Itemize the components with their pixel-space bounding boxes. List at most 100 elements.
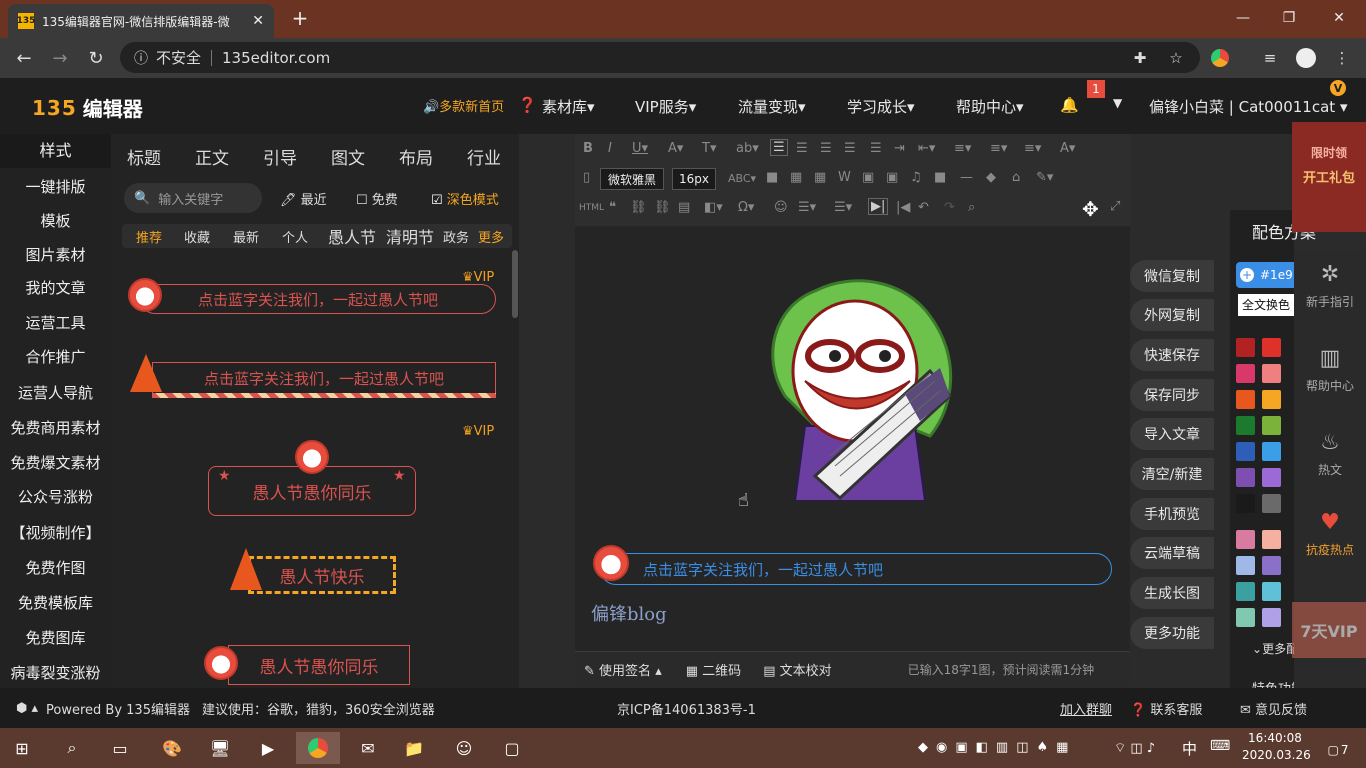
align-center-icon[interactable]: ☰ — [796, 141, 808, 156]
system-tray-icons[interactable]: ◆◉▣◧▥◫♠▦ — [918, 740, 1128, 755]
color-picker-input[interactable]: + #1e9 — [1236, 262, 1296, 288]
color-swatch[interactable] — [1262, 494, 1281, 513]
font-size-select[interactable]: 16px — [672, 168, 716, 190]
sidebar-item-free-viral[interactable]: 免费爆文素材 — [0, 452, 111, 473]
video-icon[interactable]: ■ — [934, 170, 946, 185]
nav-materials[interactable]: 素材库▾ — [542, 96, 595, 117]
promo-banner[interactable]: 限时领 开工礼包 — [1292, 122, 1366, 232]
sidebar-item-template[interactable]: 模板 — [0, 210, 111, 231]
quote-icon[interactable]: ❝ — [609, 200, 616, 215]
sidebar-item-free-design[interactable]: 免费作图 — [0, 557, 111, 578]
fullscreen-icon[interactable]: ⤢ — [1110, 199, 1120, 214]
proofread-button[interactable]: ▤ 文本校对 — [763, 660, 831, 679]
subtab-recommend[interactable]: 推荐 — [136, 227, 162, 246]
ime-indicator[interactable]: 中 — [1182, 738, 1197, 759]
hot-articles-button[interactable]: ♨ 热文 — [1294, 430, 1366, 478]
subtab-latest[interactable]: 最新 — [233, 227, 259, 246]
window-app-icon[interactable]: ▢ — [494, 732, 530, 764]
sidebar-item-images[interactable]: 图片素材 — [0, 244, 111, 265]
recent-option[interactable]: 🖊 最近 — [280, 189, 327, 208]
eraser-icon[interactable]: ◆ — [986, 170, 996, 185]
computer-app-icon[interactable]: 🖥 — [202, 732, 238, 764]
template-card[interactable]: 点击蓝字关注我们，一起过愚人节吧 — [140, 284, 496, 314]
dark-mode-checkbox[interactable]: ☑ 深色模式 — [431, 189, 499, 208]
back-button[interactable]: ← — [10, 44, 38, 72]
subtab-favorites[interactable]: 收藏 — [184, 227, 210, 246]
windows-start-icon[interactable]: ⊞ — [4, 732, 40, 764]
sidebar-item-style[interactable]: 样式 — [0, 134, 111, 168]
unlink-icon[interactable]: ⛓ — [654, 200, 671, 215]
star-icon[interactable]: ☆ — [1164, 46, 1188, 70]
align-right-icon[interactable]: ☰ — [820, 141, 832, 156]
template-card[interactable]: 愚人节快乐 — [248, 556, 396, 594]
blog-text[interactable]: 偏锋blog — [591, 600, 667, 626]
sidebar-item-free-commercial[interactable]: 免费商用素材 — [0, 417, 111, 438]
seven-day-vip-badge[interactable]: 7天VIP — [1292, 602, 1366, 658]
document-icon[interactable]: ▯ — [583, 170, 590, 185]
sidebar-item-free-templates[interactable]: 免费模板库 — [0, 592, 111, 613]
bold-icon[interactable]: B — [583, 141, 593, 156]
feedback-link[interactable]: ✉ 意见反馈 — [1240, 699, 1307, 718]
replace-all-color-button[interactable]: 全文换色 — [1238, 294, 1294, 316]
customer-service-link[interactable]: ❓ 联系客服 — [1130, 699, 1202, 718]
external-copy-button[interactable]: 外网复制 — [1130, 299, 1214, 331]
delete-table-icon[interactable]: ▦ — [814, 170, 826, 185]
color-swatch[interactable] — [1262, 364, 1281, 383]
color-swatch[interactable] — [1262, 442, 1281, 461]
font-size-icon[interactable]: A▾ — [1060, 141, 1075, 156]
sidebar-item-my-articles[interactable]: 我的文章 — [0, 277, 111, 298]
free-checkbox[interactable]: ☐ 免费 — [356, 189, 398, 208]
notification-center-icon[interactable]: ▢ 7 — [1324, 736, 1352, 764]
color-swatch[interactable] — [1236, 608, 1255, 627]
color-swatch[interactable] — [1236, 556, 1255, 575]
paragraph-spacing-icon[interactable]: ≡▾ — [990, 141, 1007, 156]
distributed-align-icon[interactable]: ☰ — [870, 141, 882, 156]
align-justify-icon[interactable]: ☰ — [844, 141, 856, 156]
color-swatch[interactable] — [1236, 416, 1255, 435]
extension-blocked-icon[interactable]: ✚ — [1128, 46, 1152, 70]
nav-vip[interactable]: VIP服务▾ — [635, 96, 696, 117]
sidebar-item-viral-growth[interactable]: 病毒裂变涨粉 — [0, 662, 111, 683]
music-icon[interactable]: ♫ — [910, 170, 922, 185]
magic-wand-icon[interactable]: ✎▾ — [1036, 170, 1053, 185]
template-search[interactable]: 🔍 输入关键字 — [124, 183, 262, 213]
clear-new-button[interactable]: 清空/新建 — [1130, 458, 1214, 490]
color-swatch[interactable] — [1236, 582, 1255, 601]
redo-icon[interactable]: ↷ — [944, 200, 955, 215]
underline-icon[interactable]: U▾ — [632, 141, 648, 156]
nav-help[interactable]: 帮助中心▾ — [956, 96, 1024, 117]
playlist-icon[interactable]: ≡ — [1258, 46, 1282, 70]
move-icon[interactable]: ✥ — [1082, 197, 1099, 221]
word-icon[interactable]: W — [838, 170, 851, 185]
mail-app-icon[interactable]: ✉ — [350, 732, 386, 764]
color-swatch[interactable] — [1236, 338, 1255, 357]
keyboard-icon[interactable]: ⌨ — [1210, 738, 1230, 754]
line-height-icon[interactable]: ≡▾ — [954, 141, 971, 156]
italic-icon[interactable]: I — [608, 141, 612, 156]
menu-dots-icon[interactable]: ⋮ — [1330, 46, 1354, 70]
network-icon[interactable]: ⌔ ◫ ♪ — [1114, 740, 1155, 756]
color-swatch[interactable] — [1262, 390, 1281, 409]
color-swatch[interactable] — [1262, 608, 1281, 627]
tab-title-style[interactable]: 标题 — [127, 144, 161, 169]
new-tab-button[interactable]: + — [288, 6, 312, 30]
sidebar-item-ops-tools[interactable]: 运营工具 — [0, 312, 111, 333]
subtab-government[interactable]: 政务 — [443, 227, 469, 246]
omnibox[interactable]: ⓘ 不安全 135editor.com — [120, 42, 1200, 73]
file-explorer-icon[interactable]: 📁 — [396, 732, 432, 764]
color-swatch[interactable] — [1262, 338, 1281, 357]
beginner-guide-button[interactable]: ✲ 新手指引 — [1294, 262, 1366, 310]
unordered-list-icon[interactable]: ☰▾ — [834, 200, 852, 215]
forward-button[interactable]: → — [46, 44, 74, 72]
find-icon[interactable]: ⌕ — [968, 200, 975, 215]
text-style-icon[interactable]: T▾ — [702, 141, 716, 156]
panel-scrollbar[interactable] — [512, 250, 518, 318]
powershell-icon[interactable]: ▶ — [250, 732, 286, 764]
task-view-icon[interactable]: ▭ — [102, 732, 138, 764]
save-sync-button[interactable]: 保存同步 — [1130, 379, 1214, 411]
signature-button[interactable]: ✎ 使用签名 ▴ — [584, 660, 662, 679]
link-icon[interactable]: ⛓ — [630, 200, 647, 215]
sidebar-item-followers[interactable]: 公众号涨粉 — [0, 486, 111, 507]
table-icon[interactable]: ▦ — [790, 170, 802, 185]
horizontal-rule-icon[interactable]: — — [960, 170, 973, 185]
